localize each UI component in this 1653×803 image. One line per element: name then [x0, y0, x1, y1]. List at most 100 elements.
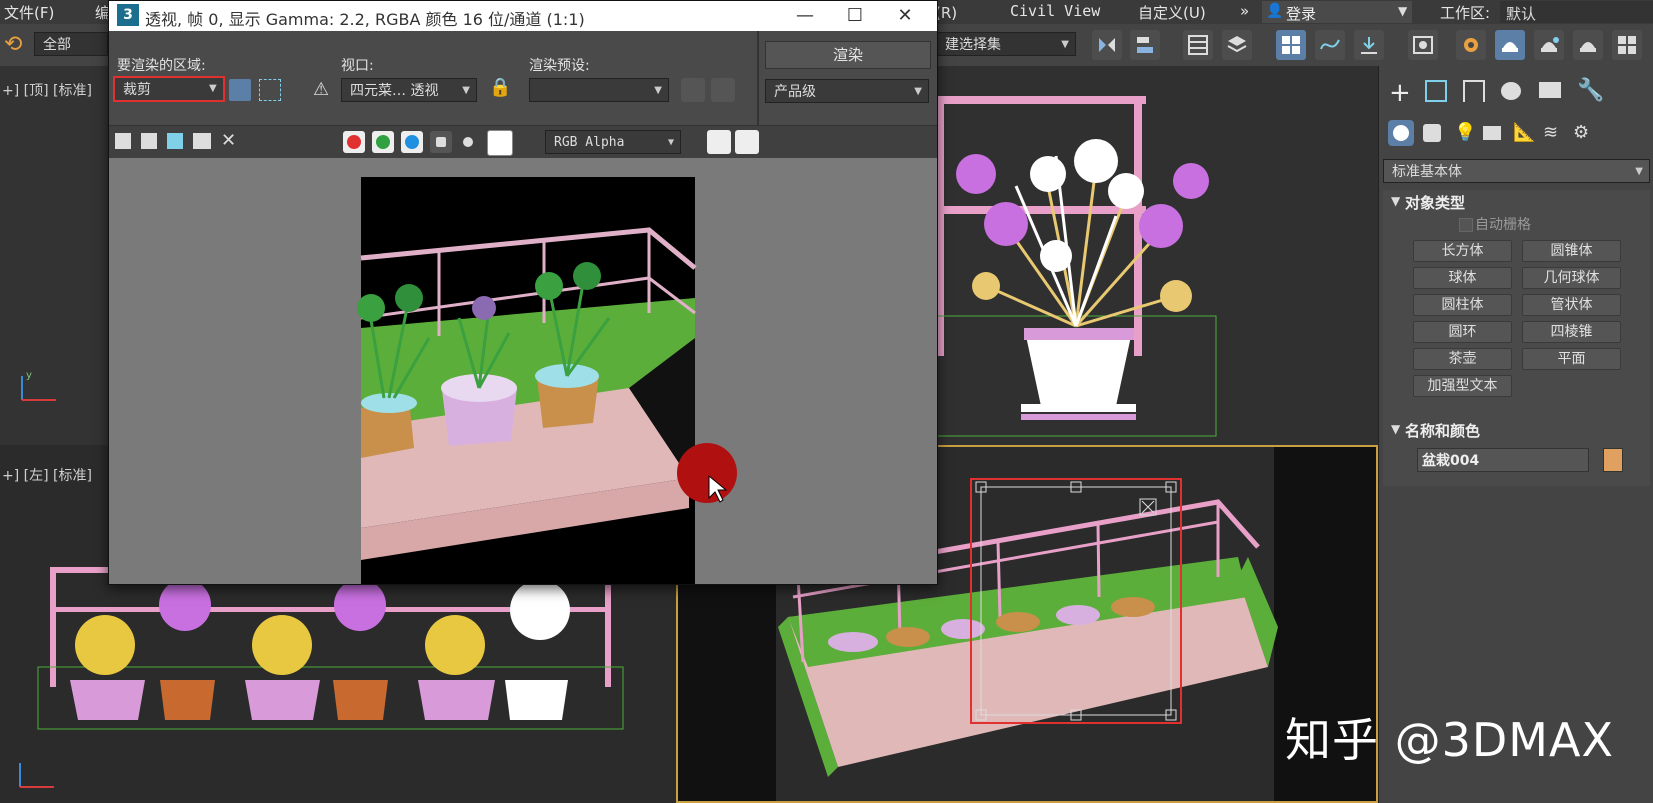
render-production-icon[interactable]	[1534, 30, 1564, 60]
render-window-titlebar[interactable]: 3 透视, 帧 0, 显示 Gamma: 2.2, RGBA 颜色 16 位/通…	[109, 1, 937, 31]
render-cloud-icon[interactable]	[1612, 30, 1642, 60]
close-icon[interactable]: ✕	[885, 3, 925, 29]
axis-gizmo-icon: y	[21, 370, 56, 401]
utilities-tab-icon[interactable]: 🔧	[1577, 78, 1604, 103]
menu-more[interactable]: »	[1240, 2, 1249, 20]
material-editor-icon[interactable]	[1408, 30, 1438, 60]
background-color-swatch[interactable]	[487, 130, 513, 156]
mirror-icon[interactable]	[1092, 30, 1122, 60]
sphere-button[interactable]: 球体	[1413, 267, 1512, 289]
command-panel: + 🔧 💡 📐 ≋ ⚙ 标准基本体 ▼ ▼ 对象类型 自动栅格 长方体 圆锥体 …	[1378, 66, 1653, 803]
chevron-down-icon: ▼	[1398, 4, 1408, 18]
minimize-icon[interactable]: —	[785, 3, 825, 29]
show-region-icon[interactable]	[707, 130, 731, 154]
rollout-collapse-icon[interactable]: ▼	[1391, 194, 1400, 208]
render-options-panel: 要渲染的区域: 裁剪 ▼ 视口: ⚠ 四元菜… 透视 ▼ 🔒 渲染预设: ▼ 渲…	[109, 31, 937, 125]
chevron-down-icon: ▼	[462, 85, 470, 96]
hierarchy-tab-icon[interactable]	[1463, 80, 1485, 102]
monochrome-toggle[interactable]	[457, 131, 479, 153]
systems-category-icon[interactable]: ⚙	[1573, 122, 1589, 143]
user-icon: 👤	[1266, 3, 1284, 19]
environment-effects-icon[interactable]	[711, 78, 735, 102]
rollout-collapse-icon[interactable]: ▼	[1391, 422, 1400, 436]
layer-explorer-icon[interactable]	[1222, 30, 1252, 60]
save-image-icon[interactable]	[115, 133, 131, 149]
box-button[interactable]: 长方体	[1413, 240, 1512, 262]
menu-customize[interactable]: 自定义(U)	[1138, 2, 1206, 23]
teapot-button[interactable]: 茶壶	[1413, 348, 1512, 370]
edit-region-icon[interactable]	[229, 79, 251, 101]
print-image-icon[interactable]	[193, 133, 211, 149]
axis-gizmo-icon	[19, 763, 54, 788]
render-iterative-icon[interactable]	[1573, 30, 1603, 60]
cameras-category-icon[interactable]	[1483, 126, 1501, 140]
undo-icon[interactable]: ⟲	[4, 32, 22, 57]
torus-button[interactable]: 圆环	[1413, 321, 1512, 343]
workspace-dropdown[interactable]: 默认	[1500, 1, 1653, 23]
primitive-category-dropdown[interactable]: 标准基本体 ▼	[1383, 159, 1650, 183]
display-channel-dropdown[interactable]: RGB Alpha ▼	[545, 130, 681, 154]
warning-icon: ⚠	[313, 79, 330, 100]
maximize-icon[interactable]: ☐	[835, 3, 875, 29]
render-setup-icon[interactable]	[1456, 30, 1486, 60]
selection-filter-dropdown[interactable]: 全部	[34, 32, 108, 56]
rendered-image	[357, 177, 737, 584]
autogrid-checkbox[interactable]	[1459, 218, 1473, 232]
render-button[interactable]: 渲染	[765, 41, 931, 69]
alpha-channel-toggle[interactable]	[430, 131, 452, 153]
red-channel-toggle[interactable]	[343, 131, 365, 153]
lights-category-icon[interactable]: 💡	[1454, 122, 1476, 143]
display-channel-value: RGB Alpha	[554, 135, 625, 150]
app-3dsmax-icon: 3	[117, 4, 139, 26]
chevron-down-icon: ▼	[209, 83, 217, 94]
render-preset-dropdown[interactable]: ▼	[529, 78, 669, 102]
blue-channel-toggle[interactable]	[401, 131, 423, 153]
area-to-render-value: 裁剪	[123, 82, 151, 98]
named-selection-set-dropdown[interactable]: 建选择集 ▼	[936, 32, 1076, 56]
render-quality-dropdown[interactable]: 产品级 ▼	[765, 79, 929, 103]
shapes-category-icon[interactable]	[1423, 124, 1441, 142]
render-quality-value: 产品级	[774, 84, 816, 100]
object-name-field[interactable]: 盆栽004	[1417, 448, 1589, 472]
render-setup-icon[interactable]	[681, 78, 705, 102]
cylinder-button[interactable]: 圆柱体	[1413, 294, 1512, 316]
render-canvas	[109, 158, 937, 584]
viewport-dropdown[interactable]: 四元菜… 透视 ▼	[341, 78, 477, 102]
viewport-top-label[interactable]: +] [顶] [标准]	[2, 80, 92, 100]
copy-image-icon[interactable]	[141, 133, 157, 149]
curve-editor-icon[interactable]	[1315, 30, 1345, 60]
cone-button[interactable]: 圆锥体	[1522, 240, 1621, 262]
area-to-render-label: 要渲染的区域:	[117, 58, 206, 74]
motion-tab-icon[interactable]	[1501, 82, 1521, 100]
viewport-value: 四元菜… 透视	[350, 83, 439, 99]
spacewarps-category-icon[interactable]: ≋	[1543, 122, 1558, 143]
green-channel-toggle[interactable]	[372, 131, 394, 153]
login-dropdown[interactable]: 👤 登录 ▼	[1262, 1, 1412, 23]
viewport-label: 视口:	[341, 58, 374, 74]
text-plus-button[interactable]: 加强型文本	[1413, 375, 1512, 397]
auto-region-icon[interactable]	[259, 79, 281, 101]
geometry-category-icon[interactable]	[1388, 120, 1414, 146]
display-tab-icon[interactable]	[1539, 82, 1561, 98]
rendered-frame-window-icon[interactable]	[1495, 30, 1525, 60]
plane-button[interactable]: 平面	[1522, 348, 1621, 370]
geosphere-button[interactable]: 几何球体	[1522, 267, 1621, 289]
tube-button[interactable]: 管状体	[1522, 294, 1621, 316]
menu-civil-view[interactable]: Civil View	[1010, 2, 1100, 20]
clear-icon[interactable]: ✕	[221, 130, 236, 151]
login-label: 登录	[1286, 5, 1317, 23]
helpers-category-icon[interactable]: 📐	[1513, 122, 1535, 143]
object-color-swatch[interactable]	[1603, 448, 1623, 472]
scene-explorer-icon[interactable]	[1183, 30, 1213, 60]
align-icon[interactable]	[1130, 30, 1160, 60]
lock-icon[interactable]: 🔒	[489, 77, 511, 98]
modify-tab-icon[interactable]	[1425, 80, 1447, 102]
create-tab-icon[interactable]: +	[1389, 78, 1411, 108]
clone-window-icon[interactable]	[167, 133, 183, 149]
pyramid-button[interactable]: 四棱锥	[1522, 321, 1621, 343]
toggle-ribbon-icon[interactable]	[1276, 30, 1306, 60]
frame-buffer-icon[interactable]	[735, 130, 759, 154]
menu-file[interactable]: 文件(F)	[4, 2, 54, 23]
separator	[757, 31, 759, 125]
schematic-view-icon[interactable]	[1354, 30, 1384, 60]
